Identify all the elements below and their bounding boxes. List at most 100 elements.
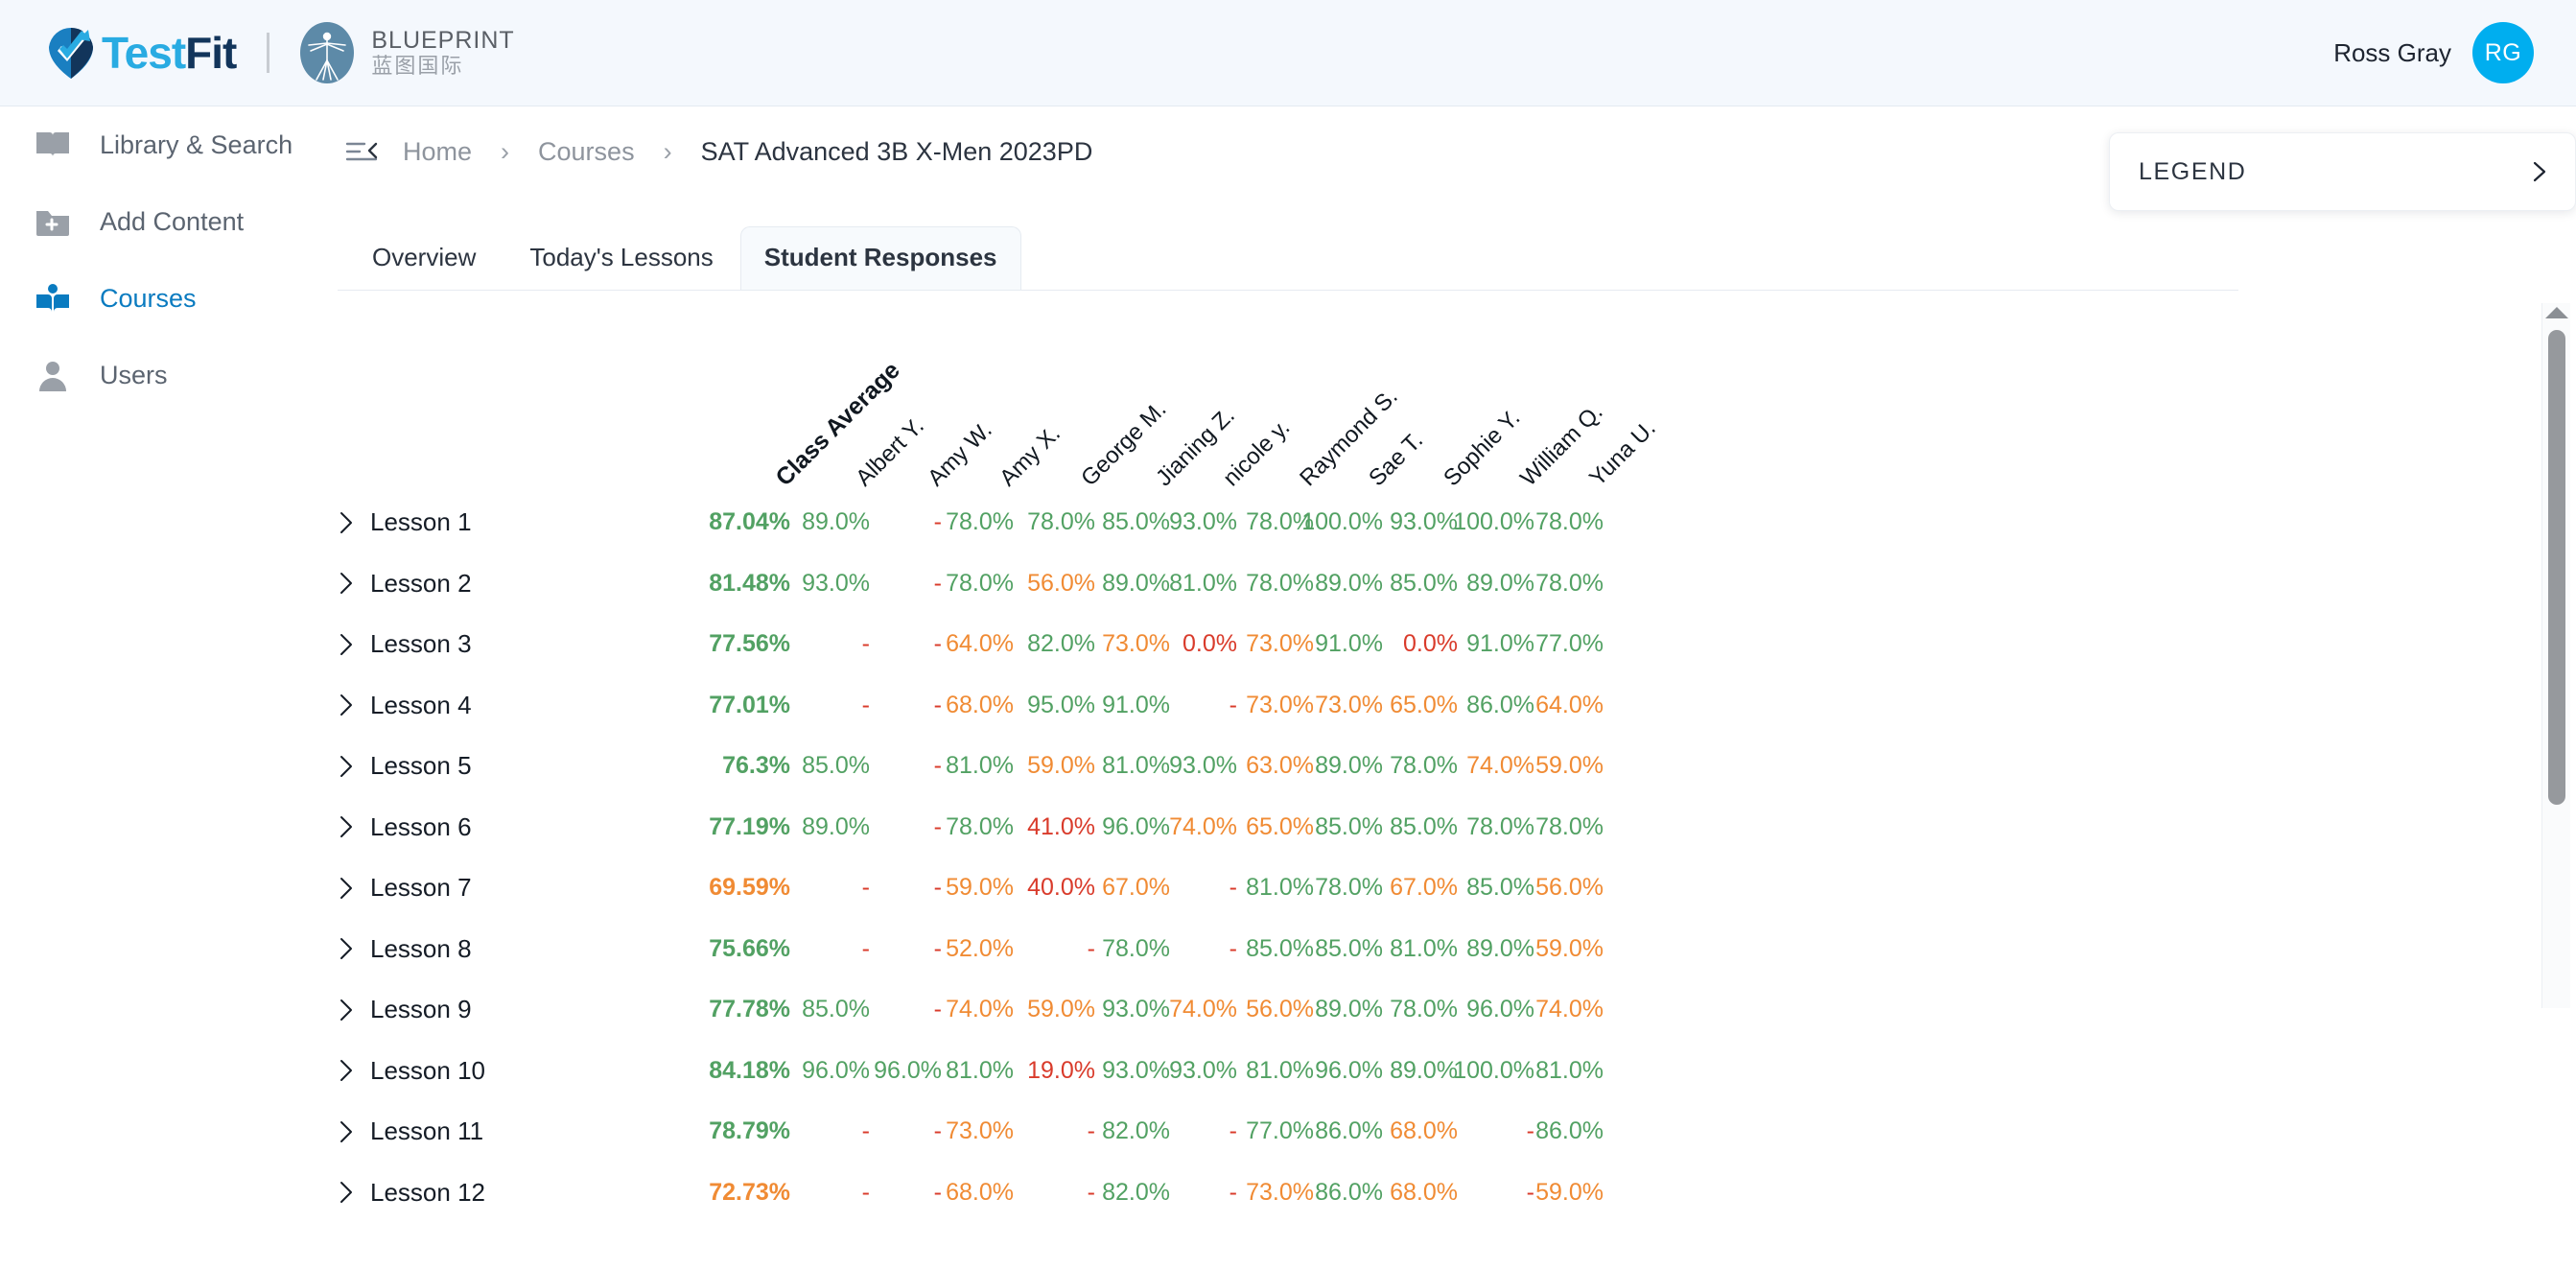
class-average-cell[interactable]: 77.19% [704,797,790,858]
score-cell[interactable]: 77.0% [1517,614,1604,675]
score-cell[interactable]: 82.0% [1009,614,1095,675]
score-cell[interactable]: 74.0% [1151,797,1237,858]
tab-overview[interactable]: Overview [345,227,503,290]
class-average-cell[interactable]: 81.48% [704,553,790,615]
chevron-right-icon[interactable] [338,693,355,717]
table-row[interactable]: Lesson 4 77.01% - -68.0% 95.0% 91.0% -73.0% 73.… [338,675,2576,737]
lesson-row-toggle[interactable]: Lesson 1 [338,492,472,553]
chevron-right-icon[interactable] [338,876,355,901]
column-header-student[interactable]: Amy X. [995,421,1066,492]
class-average-cell[interactable]: 72.73% [704,1163,790,1224]
table-row[interactable]: Lesson 8 75.66% - -52.0% -78.0% -85.0% 85.0% 81… [338,919,2576,980]
score-cell[interactable]: 89.0% [1297,736,1383,797]
score-cell[interactable]: 89.0% [1297,979,1383,1041]
score-cell[interactable]: - [1009,919,1095,980]
score-cell[interactable]: 59.0% [927,858,1014,919]
score-cell[interactable]: 81.0% [1517,1041,1604,1102]
class-average-cell[interactable]: 77.56% [704,614,790,675]
score-cell[interactable]: 0.0% [1151,614,1237,675]
collapse-sidebar-icon[interactable] [345,138,378,167]
score-cell[interactable]: 68.0% [927,1163,1014,1224]
score-cell[interactable]: 56.0% [1517,858,1604,919]
class-average-cell[interactable]: 69.59% [704,858,790,919]
score-cell[interactable]: 81.0% [1151,553,1237,615]
table-row[interactable]: Lesson 5 76.3% 85.0% -81.0% 59.0% 81.0% 93.0% 6… [338,736,2576,797]
table-row[interactable]: Lesson 7 69.59% - -59.0% 40.0% 67.0% -81.0% 78.… [338,858,2576,919]
table-row[interactable]: Lesson 6 77.19% 89.0% -78.0% 41.0% 96.0% 74.0%… [338,797,2576,858]
class-average-cell[interactable]: 76.3% [704,736,790,797]
tab-todays-lessons[interactable]: Today's Lessons [503,227,739,290]
chevron-right-icon[interactable] [338,998,355,1022]
score-cell[interactable]: 81.0% [927,736,1014,797]
score-cell[interactable]: 59.0% [1517,736,1604,797]
score-cell[interactable]: 68.0% [1371,1163,1458,1224]
lesson-row-toggle[interactable]: Lesson 2 [338,553,472,615]
score-cell[interactable]: 40.0% [1009,858,1095,919]
score-cell[interactable]: 52.0% [927,919,1014,980]
chevron-right-icon[interactable] [338,1180,355,1205]
score-cell[interactable]: 93.0% [1151,1041,1237,1102]
lesson-row-toggle[interactable]: Lesson 5 [338,736,472,797]
avatar[interactable]: RG [2472,22,2534,83]
lesson-row-toggle[interactable]: Lesson 3 [338,614,472,675]
score-cell[interactable]: 59.0% [1009,736,1095,797]
score-cell[interactable]: - [1151,919,1237,980]
lesson-row-toggle[interactable]: Lesson 7 [338,858,472,919]
chevron-right-icon[interactable] [338,1119,355,1144]
class-average-cell[interactable]: 84.18% [704,1041,790,1102]
score-cell[interactable]: 67.0% [1371,858,1458,919]
score-cell[interactable]: 85.0% [1297,797,1383,858]
sidebar-item-add-content[interactable]: Add Content [0,183,338,260]
score-cell[interactable]: 74.0% [1151,979,1237,1041]
vertical-scrollbar[interactable] [2541,303,2570,1008]
score-cell[interactable]: 85.0% [1371,797,1458,858]
lesson-row-toggle[interactable]: Lesson 12 [338,1163,485,1224]
score-cell[interactable]: - [1009,1101,1095,1163]
score-cell[interactable]: 59.0% [1009,979,1095,1041]
chevron-right-icon[interactable] [338,571,355,596]
score-cell[interactable]: 64.0% [927,614,1014,675]
class-average-cell[interactable]: 77.01% [704,675,790,737]
column-header-student[interactable]: Amy W. [923,417,997,492]
score-cell[interactable]: 93.0% [1151,492,1237,553]
score-cell[interactable]: 89.0% [1297,553,1383,615]
score-cell[interactable]: 59.0% [1517,1163,1604,1224]
score-cell[interactable]: 78.0% [1517,797,1604,858]
score-cell[interactable]: - [1151,675,1237,737]
chevron-right-icon[interactable] [2527,160,2550,183]
table-row[interactable]: Lesson 12 72.73% - -68.0% -82.0% -73.0% 86.0% 6… [338,1163,2576,1224]
score-cell[interactable]: 65.0% [1371,675,1458,737]
score-cell[interactable]: 78.0% [1297,858,1383,919]
score-cell[interactable]: - [1151,1163,1237,1224]
score-cell[interactable]: 78.0% [1371,736,1458,797]
sidebar-item-courses[interactable]: Courses [0,260,338,337]
tab-student-responses[interactable]: Student Responses [739,226,1021,290]
score-cell[interactable]: - [1151,1101,1237,1163]
score-cell[interactable]: 86.0% [1517,1101,1604,1163]
score-cell[interactable]: 78.0% [1517,492,1604,553]
score-cell[interactable]: 91.0% [1297,614,1383,675]
table-row[interactable]: Lesson 10 84.18% 96.0% 96.0% 81.0% 19.0% 93.0%… [338,1041,2576,1102]
score-cell[interactable]: 74.0% [927,979,1014,1041]
class-average-cell[interactable]: 77.78% [704,979,790,1041]
sidebar-item-users[interactable]: Users [0,337,338,413]
score-cell[interactable]: 78.0% [1371,979,1458,1041]
column-header-student[interactable]: Albert Y. [851,413,929,492]
score-cell[interactable]: 89.0% [1371,1041,1458,1102]
score-cell[interactable]: 86.0% [1297,1163,1383,1224]
lesson-row-toggle[interactable]: Lesson 6 [338,797,472,858]
class-average-cell[interactable]: 75.66% [704,919,790,980]
score-cell[interactable]: 0.0% [1371,614,1458,675]
chevron-right-icon[interactable] [338,754,355,779]
score-cell[interactable]: 19.0% [1009,1041,1095,1102]
lesson-row-toggle[interactable]: Lesson 9 [338,979,472,1041]
lesson-row-toggle[interactable]: Lesson 10 [338,1041,485,1102]
legend-panel[interactable]: LEGEND [2109,132,2576,211]
class-average-cell[interactable]: 87.04% [704,492,790,553]
score-cell[interactable]: 93.0% [1371,492,1458,553]
score-cell[interactable]: 73.0% [1297,675,1383,737]
score-cell[interactable]: 68.0% [1371,1101,1458,1163]
score-cell[interactable]: 86.0% [1297,1101,1383,1163]
scroll-up-arrow-icon[interactable] [2544,307,2568,318]
score-cell[interactable]: 81.0% [1371,919,1458,980]
